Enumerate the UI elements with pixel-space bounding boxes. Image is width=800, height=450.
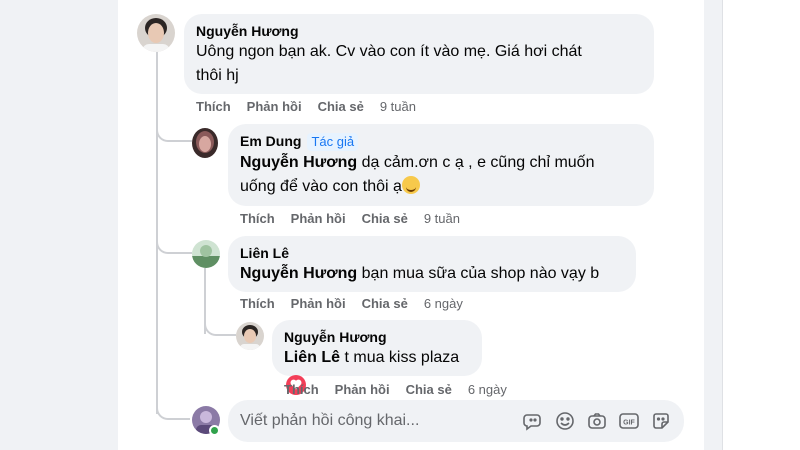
svg-text:GIF: GIF [623, 420, 635, 427]
timestamp[interactable]: 6 ngày [468, 382, 507, 397]
comment-text-line-1: Uông ngon bạn ak. Cv vào con ít vào mẹ. … [196, 43, 582, 60]
emoji-icon[interactable] [554, 410, 576, 432]
smiling-emoji-icon [401, 176, 420, 194]
like-button[interactable]: Thích [240, 296, 275, 311]
mention-link[interactable]: Liên Lê [284, 349, 340, 366]
thread-connector-2 [156, 234, 192, 254]
reply-actions: Thích Phản hồi Chia sẻ 9 tuần [240, 211, 460, 226]
reply-input-placeholder[interactable]: Viết phản hồi công khai... [240, 412, 522, 430]
reply-author[interactable]: Liên Lê [240, 244, 624, 262]
mention-link[interactable]: Nguyễn Hương [240, 265, 357, 282]
sticker-face-icon[interactable] [522, 410, 544, 432]
thread-connector-1 [156, 122, 192, 142]
composer-tools: GIF [522, 410, 672, 432]
thread-connector-4 [156, 400, 190, 420]
avatar[interactable] [137, 14, 175, 52]
reply-author[interactable]: Em Dung [240, 133, 301, 149]
share-button[interactable]: Chia sẻ [362, 296, 408, 311]
comment-author[interactable]: Nguyễn Hương [196, 22, 642, 40]
comment-thread-view: Nguyễn Hương Uông ngon bạn ak. Cv vào co… [0, 0, 800, 450]
reply-text-line-2: uống để vào con thôi ạ [240, 178, 402, 195]
share-button[interactable]: Chia sẻ [318, 99, 364, 114]
avatar[interactable] [192, 128, 218, 158]
timestamp[interactable]: 9 tuần [380, 99, 416, 114]
author-badge: Tác giả [307, 133, 359, 151]
thread-line-main [156, 52, 158, 414]
timestamp[interactable]: 9 tuần [424, 211, 460, 226]
like-button[interactable]: Thích [240, 211, 275, 226]
thread-connector-3 [204, 316, 236, 336]
reply-actions: Thích Phản hồi Chia sẻ 6 ngày [284, 382, 507, 397]
reply-button[interactable]: Phản hồi [247, 99, 302, 114]
avatar[interactable] [192, 240, 220, 268]
mention-link[interactable]: Nguyễn Hương [240, 154, 357, 171]
share-button[interactable]: Chia sẻ [406, 382, 452, 397]
comment-text-line-2: thôi hj [196, 67, 239, 84]
share-button[interactable]: Chia sẻ [362, 211, 408, 226]
reply-composer[interactable]: Viết phản hồi công khai... GIF [228, 400, 684, 442]
right-side-panel [722, 0, 800, 450]
reply-button[interactable]: Phản hồi [335, 382, 390, 397]
like-button[interactable]: Thích [196, 99, 231, 114]
camera-icon[interactable] [586, 410, 608, 432]
reply-author[interactable]: Nguyễn Hương [284, 328, 470, 346]
reply-actions: Thích Phản hồi Chia sẻ 6 ngày [240, 296, 463, 311]
online-status-icon [209, 425, 220, 436]
reply-bubble: Nguyễn Hương Liên Lê t mua kiss plaza [272, 320, 482, 395]
reply-bubble: Liên Lê Nguyễn Hương bạn mua sữa của sho… [228, 236, 636, 292]
timestamp[interactable]: 6 ngày [424, 296, 463, 311]
like-button[interactable]: Thích [284, 382, 319, 397]
reply-text-line-1: dạ cảm.ơn c ạ , e cũng chỉ muốn [361, 154, 595, 171]
sticker-icon[interactable] [650, 410, 672, 432]
comment-bubble: Nguyễn Hương Uông ngon bạn ak. Cv vào co… [184, 14, 654, 94]
reply-bubble: Em Dung Tác giả Nguyễn Hương dạ cảm.ơn c … [228, 124, 654, 206]
gif-icon[interactable]: GIF [618, 410, 640, 432]
reply-text: t mua kiss plaza [344, 349, 460, 366]
reply-button[interactable]: Phản hồi [291, 296, 346, 311]
comment-actions: Thích Phản hồi Chia sẻ 9 tuần [196, 99, 416, 114]
avatar[interactable] [236, 322, 264, 350]
reply-text: bạn mua sữa của shop nào vạy b [361, 265, 600, 282]
reply-button[interactable]: Phản hồi [291, 211, 346, 226]
